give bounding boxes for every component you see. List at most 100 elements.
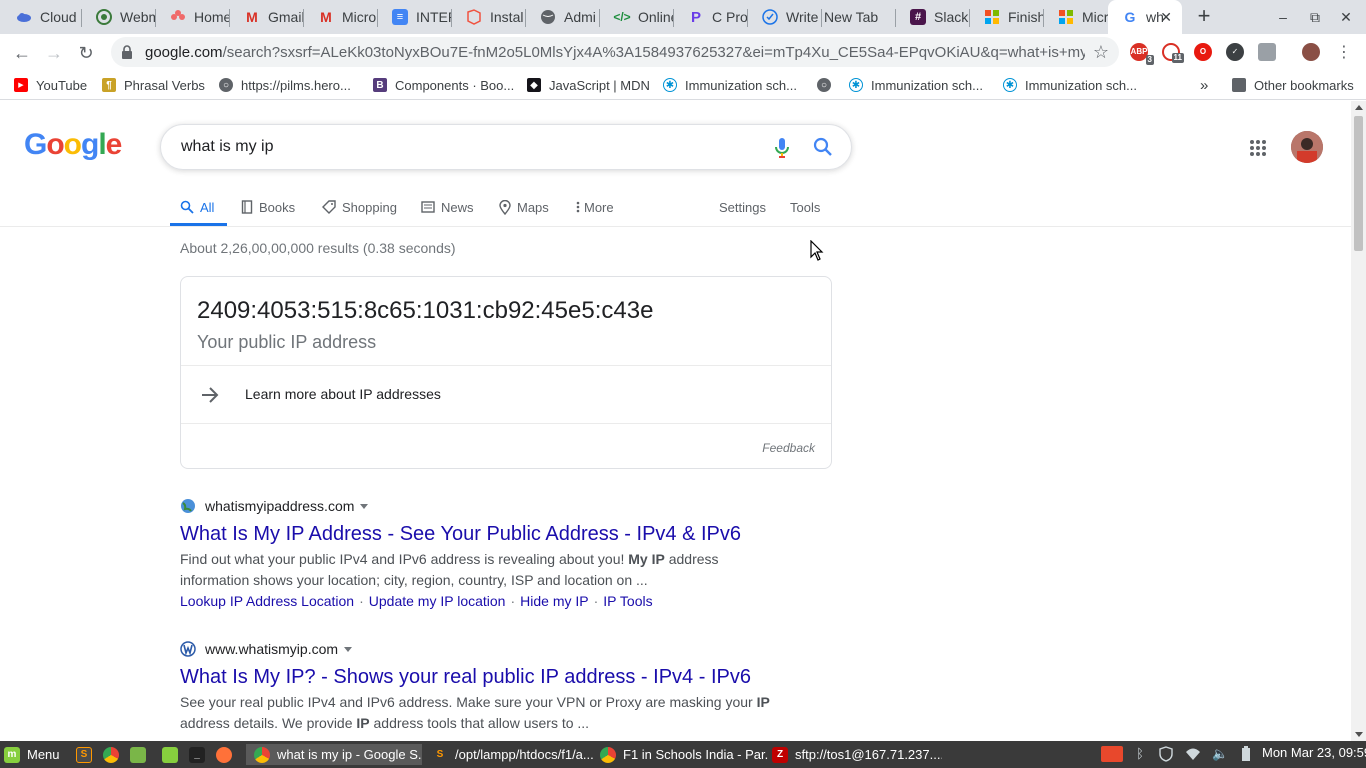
bookmark-youtube[interactable]: ▶ YouTube <box>14 76 87 94</box>
scroll-down-icon[interactable] <box>1355 732 1363 737</box>
bookmark-immunization-2[interactable]: ✱ Immunization sch... <box>849 76 983 94</box>
microphone-icon[interactable] <box>775 137 789 159</box>
shield-icon[interactable]: ✓ <box>1226 43 1244 61</box>
settings-link[interactable]: Settings <box>719 197 766 217</box>
google-icon: G <box>1124 9 1136 25</box>
anydesk-icon[interactable] <box>1101 746 1123 762</box>
shield-icon[interactable] <box>1158 746 1174 762</box>
chevron-down-icon[interactable] <box>360 503 369 509</box>
webmin-icon <box>96 9 112 25</box>
bookmark-pilms[interactable]: ○ https://pilms.hero... <box>219 76 351 94</box>
tab-slack[interactable]: # Slack <box>896 0 970 34</box>
extension-icon[interactable] <box>1258 43 1276 61</box>
account-avatar[interactable] <box>1291 131 1323 163</box>
globe-icon <box>181 499 195 513</box>
bookmark-mdn[interactable]: ◆ JavaScript | MDN <box>527 76 650 94</box>
bookmark-immunization-3[interactable]: ✱ Immunization sch... <box>1003 76 1137 94</box>
tools-link[interactable]: Tools <box>790 197 820 217</box>
reload-button[interactable]: ↻ <box>73 40 99 66</box>
tab-write[interactable]: Write <box>748 0 822 34</box>
result-title-link[interactable]: What Is My IP Address - See Your Public … <box>180 521 800 547</box>
bookmark-star-icon[interactable]: ☆ <box>1093 42 1109 63</box>
launcher-chrome[interactable] <box>103 744 126 765</box>
taskbar-window-google[interactable]: what is my ip - Google S... <box>246 744 422 765</box>
launcher-firefox[interactable] <box>216 744 239 765</box>
sitelink-hide[interactable]: Hide my IP <box>520 593 588 609</box>
search-icon <box>180 200 194 214</box>
tab-admin[interactable]: Admi <box>526 0 600 34</box>
other-bookmarks[interactable]: Other bookmarks <box>1232 76 1354 94</box>
tab-books[interactable]: Books <box>241 197 295 217</box>
learn-more-link[interactable]: Learn more about IP addresses <box>245 386 441 402</box>
taskbar-window-filezilla[interactable]: Z sftp://tos1@167.71.237.... <box>770 744 942 765</box>
bookmark-bootstrap[interactable]: B Components · Boo... <box>373 76 514 94</box>
bookmark-phrasal-verbs[interactable]: ¶ Phrasal Verbs <box>102 76 205 94</box>
tab-gmail[interactable]: M Gmail <box>230 0 304 34</box>
ext-icon[interactable]: 11 <box>1162 43 1184 63</box>
feedback-link[interactable]: Feedback <box>762 441 815 455</box>
address-bar[interactable]: google.com/search?sxsrf=ALeKk03toNyxBOu7… <box>111 37 1119 67</box>
launcher-terminal[interactable]: _ <box>189 744 212 765</box>
tab-inter-docs[interactable]: ≡ INTER <box>378 0 452 34</box>
launcher-files[interactable] <box>130 744 153 765</box>
tab-shopping[interactable]: Shopping <box>322 197 397 217</box>
divider <box>181 423 831 424</box>
tab-more[interactable]: More <box>576 197 614 217</box>
tab-cloud[interactable]: Cloud <box>2 0 82 34</box>
more-bookmarks-button[interactable]: » <box>1200 76 1208 94</box>
tab-online[interactable]: </> Online <box>600 0 674 34</box>
new-tab-button[interactable]: + <box>1192 4 1216 28</box>
browser-toolbar: ← → ↻ google.com/search?sxsrf=ALeKk03toN… <box>0 34 1366 71</box>
wifi-icon[interactable] <box>1185 746 1201 762</box>
profile-avatar[interactable] <box>1302 43 1320 61</box>
taskbar-window-f1[interactable]: F1 in Schools India - Par... <box>598 744 768 765</box>
tab-google-search[interactable]: G wh ✕ <box>1108 0 1182 34</box>
tab-strip: Cloud Webm Home M Gmail M Micro ≡ INTER … <box>0 0 1366 34</box>
tab-webmin[interactable]: Webm <box>82 0 156 34</box>
menu-button[interactable]: m Menu <box>4 744 60 765</box>
google-logo[interactable]: Google <box>24 128 122 162</box>
tab-home[interactable]: Home <box>156 0 230 34</box>
apps-grid-icon[interactable] <box>1249 139 1267 157</box>
chrome-menu-icon[interactable]: ⋮ <box>1331 40 1357 66</box>
folder-icon <box>130 746 146 763</box>
scroll-up-icon[interactable] <box>1355 105 1363 110</box>
launcher-sublime[interactable]: S <box>76 744 99 765</box>
page-scrollbar[interactable] <box>1351 101 1366 741</box>
tab-maps[interactable]: Maps <box>499 197 549 217</box>
tab-microsoft[interactable]: Micro <box>1044 0 1108 34</box>
abp-icon[interactable]: ABP 3 <box>1130 43 1154 65</box>
bluetooth-icon[interactable]: ᛒ <box>1132 746 1148 762</box>
close-window-button[interactable]: ✕ <box>1334 6 1358 28</box>
opera-vpn-icon[interactable]: O <box>1194 43 1212 61</box>
active-tab-indicator <box>170 223 227 226</box>
tab-all[interactable]: All <box>180 197 214 217</box>
tab-finish[interactable]: Finish <box>970 0 1044 34</box>
tab-new-tab[interactable]: New Tab <box>822 0 896 34</box>
chevron-down-icon[interactable] <box>344 646 353 652</box>
close-tab-icon[interactable]: ✕ <box>1160 9 1172 26</box>
sitelink-tools[interactable]: IP Tools <box>603 593 652 609</box>
launcher-folder[interactable] <box>162 744 185 765</box>
back-button[interactable]: ← <box>9 40 35 66</box>
search-icon[interactable] <box>813 137 833 157</box>
forward-button[interactable]: → <box>41 40 67 66</box>
minimize-button[interactable]: – <box>1271 6 1295 28</box>
tab-news[interactable]: News <box>421 197 474 217</box>
bookmark-globe[interactable]: ○ <box>817 76 839 94</box>
search-input[interactable]: what is my ip <box>160 124 852 170</box>
tab-micro-gmail[interactable]: M Micro <box>304 0 378 34</box>
taskbar-window-sublime[interactable]: S /opt/lampp/htdocs/f1/a... <box>424 744 596 765</box>
tab-install[interactable]: Instal <box>452 0 526 34</box>
sitelink-lookup[interactable]: Lookup IP Address Location <box>180 593 354 609</box>
clock[interactable]: Mon Mar 23, 09:59 <box>1262 745 1366 760</box>
sitelink-update[interactable]: Update my IP location <box>369 593 506 609</box>
result-title-link[interactable]: What Is My IP? - Shows your real public … <box>180 664 800 690</box>
volume-icon[interactable]: 🔈 <box>1212 746 1228 762</box>
scrollbar-thumb[interactable] <box>1354 116 1363 251</box>
tab-c-prog[interactable]: P C Prog <box>674 0 748 34</box>
bookmark-immunization-1[interactable]: ✱ Immunization sch... <box>663 76 797 94</box>
restore-button[interactable]: ⧉ <box>1303 6 1327 28</box>
battery-icon[interactable] <box>1240 746 1256 762</box>
search-results-page: Google what is my ip All Books Shopping … <box>0 101 1351 741</box>
